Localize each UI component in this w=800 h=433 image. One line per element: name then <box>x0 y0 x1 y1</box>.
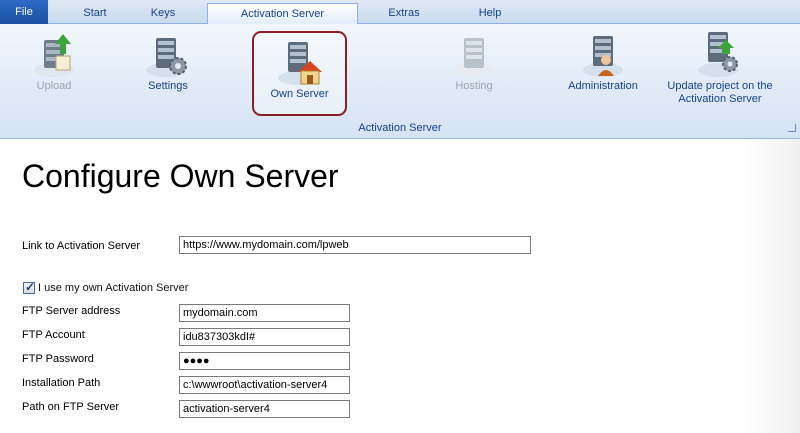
administration-button[interactable]: Administration <box>563 30 643 93</box>
tab-extras[interactable]: Extras <box>370 3 438 24</box>
link-label: Link to Activation Server <box>22 240 141 252</box>
tab-help[interactable]: Help <box>456 3 524 24</box>
own-server-button[interactable]: Own Server <box>252 31 347 116</box>
update-project-button[interactable]: Update project on the Activation Server <box>664 30 776 106</box>
ftp-password-input[interactable] <box>179 352 350 370</box>
path-on-ftp-server-label: Path on FTP Server <box>22 401 120 413</box>
tab-file[interactable]: File <box>0 0 48 24</box>
settings-label: Settings <box>148 80 188 92</box>
own-server-label: Own Server <box>270 88 329 100</box>
own-server-house-icon <box>277 42 322 85</box>
hosting-server-icon <box>454 38 494 77</box>
link-input[interactable] <box>179 236 531 254</box>
dialog-launcher-icon[interactable] <box>788 124 796 132</box>
own-server-checkbox[interactable] <box>23 280 35 294</box>
hosting-label: Hosting <box>455 80 493 92</box>
installation-path-input[interactable] <box>179 376 350 394</box>
update-server-icon <box>698 32 738 77</box>
tab-activation-server[interactable]: Activation Server <box>207 3 358 25</box>
ftp-server-address-input[interactable] <box>179 304 350 322</box>
own-server-checkbox-label: I use my own Activation Server <box>38 282 189 294</box>
ftp-server-address-label: FTP Server address <box>22 305 121 317</box>
ribbon-panel: Upload Settings Own Server Hosting Admin… <box>0 24 800 139</box>
page-shadow <box>740 139 800 433</box>
server-settings-icon <box>146 38 187 77</box>
upload-button[interactable]: Upload <box>26 30 82 93</box>
tab-keys[interactable]: Keys <box>130 3 196 24</box>
tab-start[interactable]: Start <box>60 3 130 24</box>
ribbon-tab-bar: File Start Keys Activation Server Extras… <box>0 0 800 25</box>
upload-label: Upload <box>36 80 72 92</box>
page-title: Configure Own Server <box>22 158 339 194</box>
ftp-account-label: FTP Account <box>22 329 85 341</box>
path-on-ftp-server-input[interactable] <box>179 400 350 418</box>
settings-button[interactable]: Settings <box>138 30 198 93</box>
upload-server-icon <box>34 34 74 77</box>
update-project-label-line2: Activation Server <box>678 93 762 105</box>
administration-label: Administration <box>568 80 638 92</box>
ftp-account-input[interactable] <box>179 328 350 346</box>
ribbon-group-label: Activation Server <box>358 122 442 134</box>
update-project-label-line1: Update project on the <box>667 80 773 92</box>
administration-server-icon <box>583 36 623 77</box>
installation-path-label: Installation Path <box>22 377 101 389</box>
ftp-password-label: FTP Password <box>22 353 94 365</box>
hosting-button[interactable]: Hosting <box>446 30 502 93</box>
